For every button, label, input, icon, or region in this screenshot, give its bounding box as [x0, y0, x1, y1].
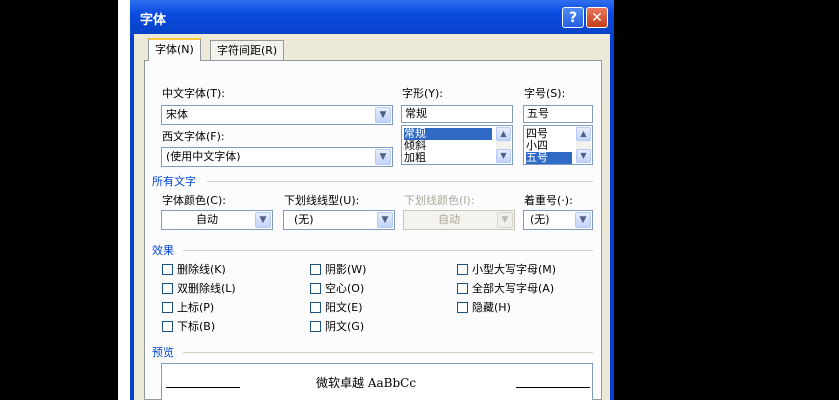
underline-color-combo: 自动 ▼ [403, 210, 515, 230]
hidden-checkbox[interactable]: 隐藏(H) [457, 301, 511, 315]
style-list[interactable]: 常规 倾斜 加粗 ▲ ▼ [401, 125, 513, 165]
checkbox-icon[interactable] [162, 321, 173, 332]
font-color-combo[interactable]: 自动 ▼ [161, 210, 273, 230]
all-text-section-label: 所有文字 [152, 175, 196, 188]
emboss-checkbox[interactable]: 阳文(E) [310, 301, 363, 315]
size-option[interactable]: 五号 [526, 152, 572, 164]
help-button[interactable]: ? [562, 7, 584, 28]
checkbox-icon[interactable] [162, 302, 173, 313]
emphasis-value: (无) [530, 213, 550, 226]
preview-line-right [516, 387, 590, 388]
dialog-client: 字体(N) 字符间距(R) 中文字体(T): 宋体 ▼ 西文字体(F): (使用… [134, 34, 610, 400]
close-button[interactable]: ✕ [586, 7, 608, 28]
title-bar[interactable]: 字体 ? ✕ [130, 0, 614, 34]
checkbox-label: 阳文(E) [325, 301, 363, 314]
effects-section-label: 效果 [152, 244, 174, 257]
chevron-down-icon[interactable]: ▼ [377, 212, 393, 228]
all-caps-checkbox[interactable]: 全部大写字母(A) [457, 282, 554, 296]
all-text-divider [207, 181, 593, 182]
size-scrollbar[interactable]: ▲ ▼ [576, 127, 591, 163]
style-label: 字形(Y): [402, 87, 444, 100]
size-input[interactable]: 五号 [523, 105, 593, 123]
dialog-title: 字体 [140, 13, 167, 28]
chevron-down-icon[interactable]: ▼ [375, 107, 391, 123]
double-strikethrough-checkbox[interactable]: 双删除线(L) [162, 282, 236, 296]
underline-combo[interactable]: (无) ▼ [283, 210, 395, 230]
chevron-down-icon[interactable]: ▼ [575, 212, 591, 228]
underline-label: 下划线线型(U): [284, 194, 360, 207]
font-color-value: 自动 [196, 213, 218, 226]
shadow-checkbox[interactable]: 阴影(W) [310, 263, 366, 277]
west-font-label: 西文字体(F): [162, 130, 225, 143]
checkbox-icon[interactable] [457, 283, 468, 294]
scroll-down-icon[interactable]: ▼ [576, 149, 591, 163]
preview-line-left [166, 387, 240, 388]
checkbox-label: 下标(B) [177, 320, 216, 333]
chevron-down-icon: ▼ [497, 212, 513, 228]
underline-value: (无) [294, 213, 314, 226]
tab-font[interactable]: 字体(N) [148, 38, 201, 61]
checkbox-label: 删除线(K) [177, 263, 226, 276]
cn-font-value: 宋体 [166, 108, 188, 121]
checkbox-label: 上标(P) [177, 301, 215, 314]
checkbox-label: 阴影(W) [325, 263, 367, 276]
checkbox-icon[interactable] [310, 302, 321, 313]
document-page-edge [118, 0, 130, 400]
checkbox-icon[interactable] [310, 283, 321, 294]
preview-section-label: 预览 [152, 346, 174, 359]
checkbox-icon[interactable] [310, 321, 321, 332]
emphasis-label: 着重号(·): [524, 194, 573, 207]
effects-divider [183, 250, 593, 251]
scroll-up-icon[interactable]: ▲ [576, 127, 591, 141]
checkbox-icon[interactable] [162, 283, 173, 294]
color-label: 字体颜色(C): [162, 194, 226, 207]
outline-checkbox[interactable]: 空心(O) [310, 282, 364, 296]
checkbox-label: 隐藏(H) [472, 301, 511, 314]
checkbox-icon[interactable] [457, 264, 468, 275]
style-input[interactable]: 常规 [401, 105, 513, 123]
style-scrollbar[interactable]: ▲ ▼ [496, 127, 511, 163]
preview-box: 微软卓越 AaBbCc [161, 363, 593, 400]
cn-font-combo[interactable]: 宋体 ▼ [161, 105, 393, 125]
cn-font-label: 中文字体(T): [162, 87, 226, 100]
underline-color-value: 自动 [438, 213, 460, 226]
checkbox-icon[interactable] [162, 264, 173, 275]
size-label: 字号(S): [524, 87, 566, 100]
emphasis-combo[interactable]: (无) ▼ [523, 210, 593, 230]
checkbox-label: 阴文(G) [325, 320, 365, 333]
checkbox-label: 双删除线(L) [177, 282, 236, 295]
chevron-down-icon[interactable]: ▼ [255, 212, 271, 228]
checkbox-icon[interactable] [310, 264, 321, 275]
strikethrough-checkbox[interactable]: 删除线(K) [162, 263, 226, 277]
preview-text: 微软卓越 AaBbCc [316, 376, 417, 390]
style-option[interactable]: 加粗 [404, 152, 426, 164]
scroll-down-icon[interactable]: ▼ [496, 149, 511, 163]
west-font-value: (使用中文字体) [166, 150, 241, 163]
tab-character-spacing[interactable]: 字符间距(R) [210, 40, 285, 60]
chevron-down-icon[interactable]: ▼ [375, 149, 391, 165]
west-font-combo[interactable]: (使用中文字体) ▼ [161, 147, 393, 167]
engrave-checkbox[interactable]: 阴文(G) [310, 320, 364, 334]
small-caps-checkbox[interactable]: 小型大写字母(M) [457, 263, 556, 277]
subscript-checkbox[interactable]: 下标(B) [162, 320, 215, 334]
size-list[interactable]: 四号 小四 五号 ▲ ▼ [523, 125, 593, 165]
font-dialog: 字体 ? ✕ 字体(N) 字符间距(R) 中文字体(T): 宋体 ▼ 西文字体(… [130, 0, 614, 400]
scroll-up-icon[interactable]: ▲ [496, 127, 511, 141]
font-tab-panel: 中文字体(T): 宋体 ▼ 西文字体(F): (使用中文字体) ▼ 字形(Y):… [144, 60, 602, 400]
checkbox-label: 全部大写字母(A) [472, 282, 555, 295]
checkbox-icon[interactable] [457, 302, 468, 313]
checkbox-label: 小型大写字母(M) [472, 263, 557, 276]
underline-color-label: 下划线颜色(I): [404, 194, 475, 207]
preview-divider [183, 352, 593, 353]
checkbox-label: 空心(O) [325, 282, 365, 295]
superscript-checkbox[interactable]: 上标(P) [162, 301, 214, 315]
